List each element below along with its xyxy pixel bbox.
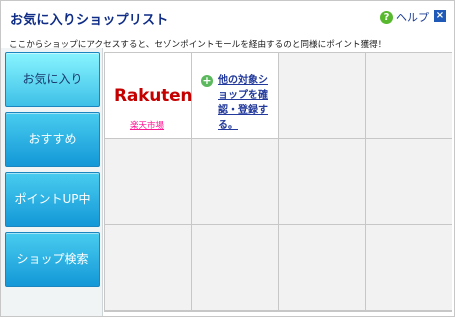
empty-shop-cell	[366, 53, 452, 138]
help-button[interactable]: ? ヘルプ	[380, 9, 429, 25]
empty-shop-cell	[105, 139, 191, 224]
empty-shop-cell	[366, 139, 452, 224]
question-circle-icon: ?	[380, 10, 393, 24]
empty-shop-cell	[192, 139, 278, 224]
sidebar-item-point-up[interactable]: ポイントUP中	[5, 172, 100, 227]
empty-shop-cell	[279, 225, 365, 310]
favorites-window: お気に入りショップリスト ? ヘルプ × ここからショップにアクセスすると、セゾ…	[0, 0, 455, 317]
add-shop-cell[interactable]: + 他の対象ショップを確認・登録する。	[192, 53, 278, 138]
title-bar: お気に入りショップリスト ? ヘルプ ×	[1, 1, 454, 33]
empty-shop-cell	[279, 139, 365, 224]
shop-cell-rakuten[interactable]: Rakuten 楽天市場	[105, 53, 193, 138]
empty-shop-cell	[105, 225, 191, 310]
empty-shop-cell	[366, 225, 452, 310]
plus-circle-icon: +	[201, 74, 213, 87]
shop-grid: Rakuten 楽天市場 + 他の対象ショップを確認・登録する。	[104, 52, 452, 312]
window-title: お気に入りショップリスト	[10, 13, 169, 28]
close-icon[interactable]: ×	[434, 10, 446, 22]
sidebar-item-favorites[interactable]: お気に入り	[5, 52, 100, 107]
empty-shop-cell	[279, 53, 365, 138]
add-shop-link[interactable]: 他の対象ショップを確認・登録する。	[218, 73, 276, 133]
empty-shop-cell	[192, 225, 278, 310]
rakuten-logo: Rakuten	[114, 86, 193, 106]
sidebar-item-recommended[interactable]: おすすめ	[5, 112, 100, 167]
sidebar-item-shop-search[interactable]: ショップ検索	[5, 232, 100, 287]
sidebar: お気に入り おすすめ ポイントUP中 ショップ検索	[1, 48, 103, 316]
help-label: ヘルプ	[396, 11, 429, 24]
rakuten-link[interactable]: 楽天市場	[130, 119, 164, 131]
